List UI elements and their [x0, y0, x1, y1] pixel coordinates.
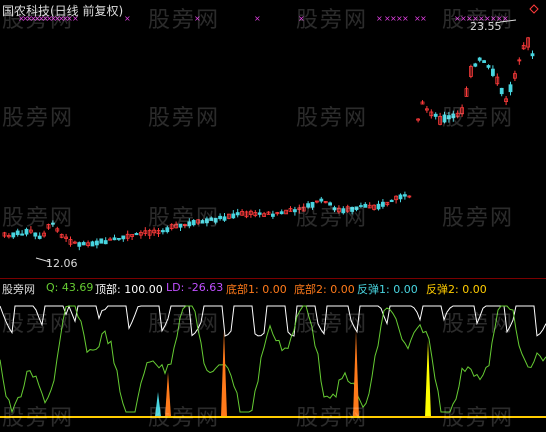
watermark: 股旁网 — [442, 8, 515, 33]
signal-x-marker: × — [124, 14, 131, 23]
candle-body — [389, 199, 394, 203]
indicator-legend: 股旁网 Q: 43.69 顶部: 100.00 LD: -26.63 底部1: … — [0, 280, 546, 296]
candle-body — [376, 203, 381, 210]
watermark: 股旁网 — [442, 106, 515, 131]
candle-body — [473, 63, 478, 67]
watermark: 股旁网 — [442, 406, 515, 431]
candle-body — [33, 232, 38, 237]
watermark: 股旁网 — [296, 206, 369, 231]
candle-body — [81, 242, 86, 246]
diamond-marker-icon — [529, 4, 539, 14]
candle-body — [134, 233, 139, 236]
watermark: 股旁网 — [296, 406, 369, 431]
watermark: 股旁网 — [148, 312, 221, 337]
candle-body — [257, 212, 262, 215]
candle-body — [482, 60, 487, 63]
signal-x-marker: × — [376, 14, 383, 23]
watermark: 股旁网 — [148, 406, 221, 431]
watermark: 股旁网 — [296, 106, 369, 131]
indicator-rebound1: 反弹1: 0.00 — [357, 283, 418, 296]
candle-body — [11, 232, 16, 238]
indicator-q: Q: 43.69 — [46, 281, 94, 294]
candle-body — [490, 68, 495, 76]
candle-body — [112, 237, 117, 241]
watermark: 股旁网 — [2, 206, 75, 231]
candle-body — [235, 212, 240, 216]
watermark: 股旁网 — [148, 206, 221, 231]
indicator-ld: LD: -26.63 — [166, 281, 224, 294]
watermark: 股旁网 — [2, 8, 75, 33]
candle-body — [121, 235, 126, 240]
candle-body — [508, 84, 513, 93]
price-low-label: 12.06 — [46, 257, 78, 270]
candle-body — [117, 237, 121, 240]
candle-body — [90, 241, 95, 247]
watermark: 股旁网 — [296, 8, 369, 33]
signal-x-marker: × — [420, 14, 427, 23]
candle-body — [99, 238, 104, 244]
candle-body — [231, 213, 236, 219]
watermark: 股旁网 — [2, 312, 75, 337]
candle-body — [486, 65, 491, 68]
watermark: 股旁网 — [442, 312, 515, 337]
indicator-spike — [221, 330, 227, 417]
candle-body — [20, 233, 25, 236]
candle-body — [530, 53, 535, 57]
candle-body — [402, 194, 407, 197]
indicator-name: 股旁网 — [2, 283, 35, 296]
candle-body — [95, 240, 99, 246]
signal-x-marker: × — [254, 14, 261, 23]
candle-body — [270, 213, 275, 217]
candle-body — [222, 216, 227, 221]
candle-body — [398, 194, 403, 200]
watermark: 股旁网 — [2, 406, 75, 431]
watermark: 股旁网 — [148, 106, 221, 131]
candle-body — [499, 87, 504, 95]
candle-body — [37, 235, 42, 239]
indicator-top: 顶部: 100.00 — [95, 283, 163, 296]
candle-body — [477, 57, 482, 61]
watermark: 股旁网 — [2, 106, 75, 131]
candle-body — [380, 201, 385, 207]
watermark: 股旁网 — [148, 8, 221, 33]
candle-body — [279, 211, 284, 215]
indicator-spike — [425, 340, 431, 417]
watermark: 股旁网 — [296, 312, 369, 337]
indicator-bottom1: 底部1: 0.00 — [226, 283, 287, 296]
indicator-rebound2: 反弹2: 0.00 — [426, 283, 487, 296]
candle-body — [103, 240, 108, 245]
indicator-bottom2: 底部2: 0.00 — [294, 283, 355, 296]
candle-body — [77, 242, 82, 247]
signal-x-marker: × — [402, 14, 409, 23]
candle-body — [433, 113, 438, 117]
watermark: 股旁网 — [442, 206, 515, 231]
